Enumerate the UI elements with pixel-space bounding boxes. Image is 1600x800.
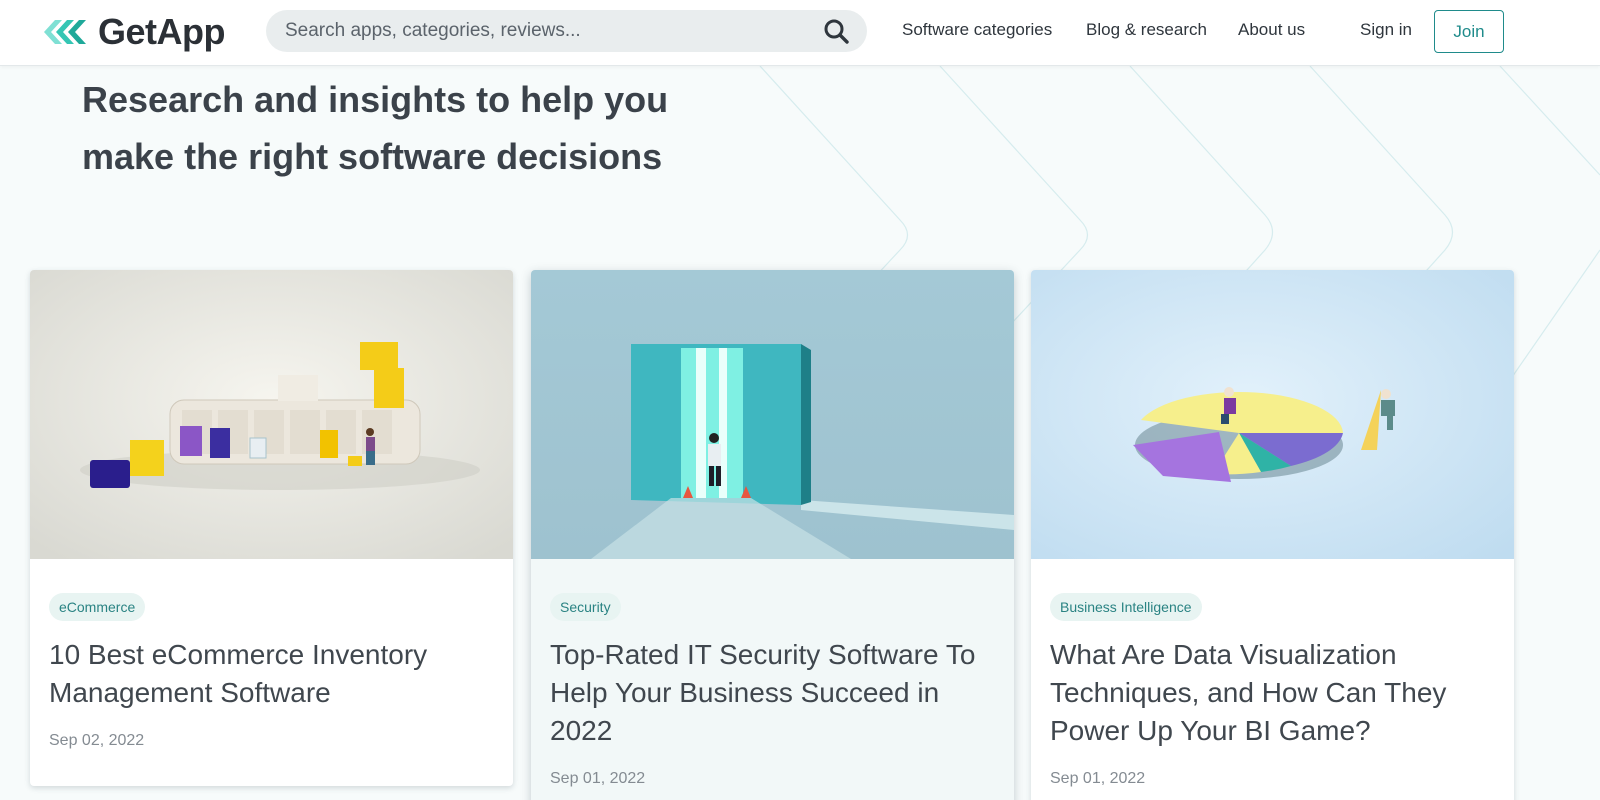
pie-chart-figures-illustration [1031, 270, 1514, 559]
getapp-logo[interactable]: GetApp [44, 10, 226, 54]
top-header: GetApp Software categories Blog & resear… [0, 0, 1600, 66]
search-icon[interactable] [823, 18, 849, 44]
join-button[interactable]: Join [1434, 10, 1504, 53]
hero-title: Research and insights to help you make t… [82, 71, 722, 185]
card-body: Business Intelligence What Are Data Visu… [1031, 559, 1514, 788]
card-title[interactable]: What Are Data Visualization Techniques, … [1050, 636, 1495, 750]
article-card-ecommerce[interactable]: eCommerce 10 Best eCommerce Inventory Ma… [30, 270, 513, 786]
card-title[interactable]: 10 Best eCommerce Inventory Management S… [49, 636, 494, 712]
category-tag[interactable]: Business Intelligence [1050, 593, 1202, 621]
logo-chevrons-icon [44, 20, 86, 44]
card-title[interactable]: Top-Rated IT Security Software To Help Y… [550, 636, 995, 750]
sign-in-link[interactable]: Sign in [1360, 20, 1412, 40]
hero-title-line1: Research and insights to help you [82, 79, 669, 120]
card-body: Security Top-Rated IT Security Software … [531, 559, 1014, 788]
nav-blog-research[interactable]: Blog & research [1086, 20, 1207, 40]
security-doorway-guard-illustration [531, 270, 1014, 559]
article-card-business-intelligence[interactable]: Business Intelligence What Are Data Visu… [1031, 270, 1514, 800]
card-body: eCommerce 10 Best eCommerce Inventory Ma… [30, 559, 513, 750]
hero-title-line2: make the right software decisions [82, 136, 663, 177]
search-input[interactable] [285, 20, 823, 42]
search-bar[interactable] [266, 10, 867, 52]
card-date: Sep 01, 2022 [550, 770, 646, 787]
ecommerce-shelves-illustration [30, 270, 513, 559]
nav-software-categories[interactable]: Software categories [902, 20, 1052, 40]
category-tag[interactable]: eCommerce [49, 593, 146, 621]
card-date: Sep 02, 2022 [49, 732, 145, 749]
logo-text: GetApp [98, 11, 226, 52]
article-card-security[interactable]: Security Top-Rated IT Security Software … [531, 270, 1014, 800]
nav-about-us[interactable]: About us [1238, 20, 1305, 40]
card-date: Sep 01, 2022 [1050, 770, 1146, 787]
category-tag[interactable]: Security [550, 593, 621, 621]
